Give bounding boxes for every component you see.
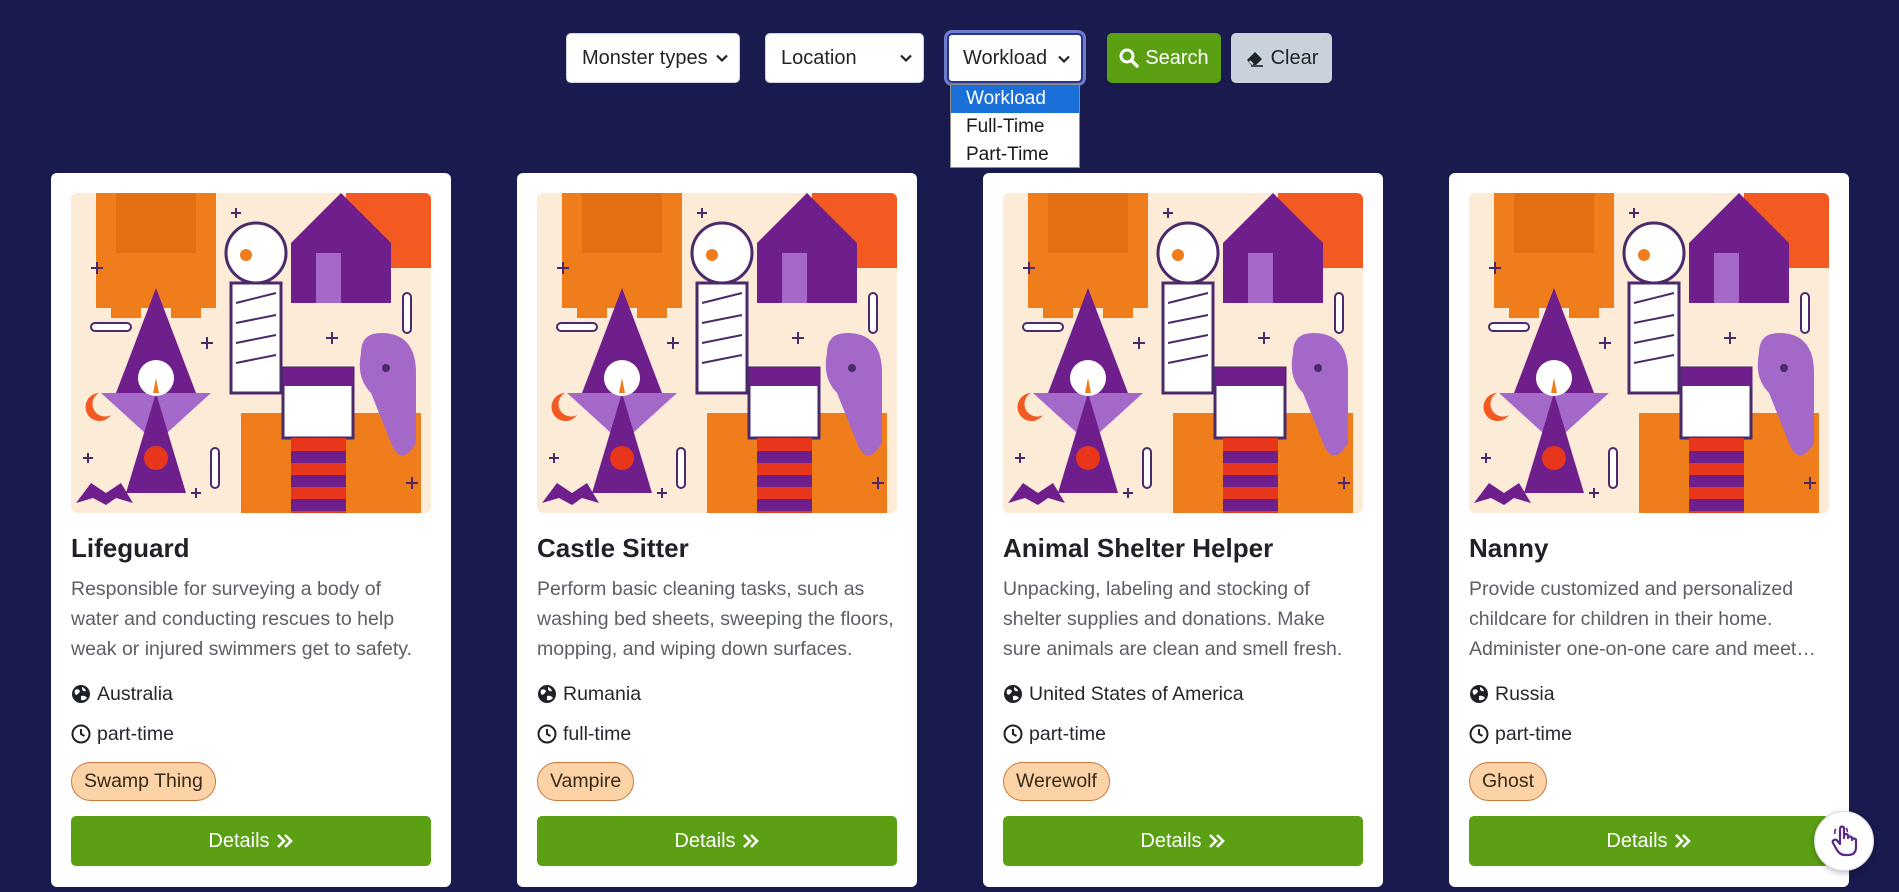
- details-button[interactable]: Details: [537, 816, 897, 866]
- eraser-icon: [1246, 52, 1263, 67]
- job-card-2: Castle Sitter Perform basic cleaning tas…: [517, 173, 917, 887]
- workload-dropdown-list: Workload Full-Time Part-Time: [950, 84, 1080, 168]
- job-location: Australia: [71, 682, 431, 706]
- double-chevron-right-icon: [1674, 834, 1691, 848]
- details-button[interactable]: Details: [1469, 816, 1829, 866]
- accessibility-button[interactable]: [1814, 811, 1874, 871]
- monster-illustration: [1003, 193, 1363, 513]
- job-location: Rumania: [537, 682, 897, 706]
- job-location-text: Russia: [1495, 682, 1555, 705]
- job-location: Russia: [1469, 682, 1829, 706]
- double-chevron-right-icon: [276, 834, 293, 848]
- globe-icon: [72, 685, 90, 703]
- monster-type-badge: Swamp Thing: [71, 762, 216, 801]
- monster-types-select-value: Monster types: [582, 47, 708, 69]
- monster-type-badge: Ghost: [1469, 762, 1548, 801]
- workload-select-value: Workload: [963, 47, 1048, 69]
- workload-select[interactable]: Workload: [947, 33, 1083, 83]
- globe-icon: [1004, 685, 1022, 703]
- globe-icon: [538, 685, 556, 703]
- clock-icon: [537, 724, 557, 744]
- clock-icon: [71, 724, 91, 744]
- job-title: Animal Shelter Helper: [1003, 533, 1274, 563]
- search-button-label: Search: [1145, 47, 1209, 69]
- details-button-label: Details: [1606, 829, 1668, 852]
- job-description: Unpacking, labeling and stocking of shel…: [1003, 578, 1343, 660]
- monster-type-badge: Werewolf: [1003, 762, 1110, 801]
- job-description: Perform basic cleaning tasks, such as wa…: [537, 578, 894, 660]
- job-description: Provide customized and personalized chil…: [1469, 578, 1797, 660]
- globe-icon: [1470, 685, 1488, 703]
- monster-illustration: [537, 193, 897, 513]
- location-select-value: Location: [781, 47, 857, 69]
- clear-button-label: Clear: [1270, 47, 1319, 69]
- job-location: United States of America: [1003, 682, 1363, 706]
- pointer-hand-icon: [1831, 825, 1858, 857]
- job-description: Responsible for surveying a body of wate…: [71, 578, 413, 660]
- job-location-text: United States of America: [1029, 682, 1244, 705]
- job-location-text: Rumania: [563, 682, 642, 705]
- job-workload: part-time: [1469, 722, 1829, 746]
- clear-button[interactable]: Clear: [1231, 33, 1332, 83]
- chevron-down-icon: [1058, 55, 1070, 64]
- clock-icon: [1469, 724, 1489, 744]
- chevron-down-icon: [716, 54, 728, 63]
- job-title: Nanny: [1469, 533, 1549, 563]
- double-chevron-right-icon: [742, 834, 759, 848]
- workload-option-workload[interactable]: Workload: [951, 85, 1079, 113]
- monster-illustration: [71, 193, 431, 513]
- monster-types-select[interactable]: Monster types: [566, 33, 740, 83]
- monster-type-badge: Vampire: [537, 762, 635, 801]
- job-location-text: Australia: [97, 682, 173, 705]
- job-workload: full-time: [537, 722, 897, 746]
- search-button[interactable]: Search: [1107, 33, 1221, 83]
- job-card-1: Lifeguard Responsible for surveying a bo…: [51, 173, 451, 887]
- details-button[interactable]: Details: [1003, 816, 1363, 866]
- location-select[interactable]: Location: [765, 33, 924, 83]
- job-workload-text: full-time: [563, 722, 632, 745]
- clock-icon: [1003, 724, 1023, 744]
- job-workload-text: part-time: [1495, 722, 1572, 745]
- monster-illustration: [1469, 193, 1829, 513]
- job-title: Lifeguard: [71, 533, 190, 563]
- filter-bar: Monster types Location Workload Search C…: [0, 33, 1899, 84]
- job-workload: part-time: [1003, 722, 1363, 746]
- workload-option-full-time[interactable]: Full-Time: [951, 113, 1079, 141]
- job-title: Castle Sitter: [537, 533, 689, 563]
- details-button-label: Details: [208, 829, 270, 852]
- search-icon: [1119, 48, 1140, 68]
- details-button[interactable]: Details: [71, 816, 431, 866]
- job-card-4: Nanny Provide customized and personalize…: [1449, 173, 1849, 887]
- chevron-down-icon: [900, 54, 912, 63]
- details-button-label: Details: [1140, 829, 1202, 852]
- job-workload: part-time: [71, 722, 431, 746]
- workload-option-part-time[interactable]: Part-Time: [951, 141, 1079, 169]
- double-chevron-right-icon: [1208, 834, 1225, 848]
- job-workload-text: part-time: [97, 722, 174, 745]
- job-workload-text: part-time: [1029, 722, 1106, 745]
- details-button-label: Details: [674, 829, 736, 852]
- job-card-3: Animal Shelter Helper Unpacking, labelin…: [983, 173, 1383, 887]
